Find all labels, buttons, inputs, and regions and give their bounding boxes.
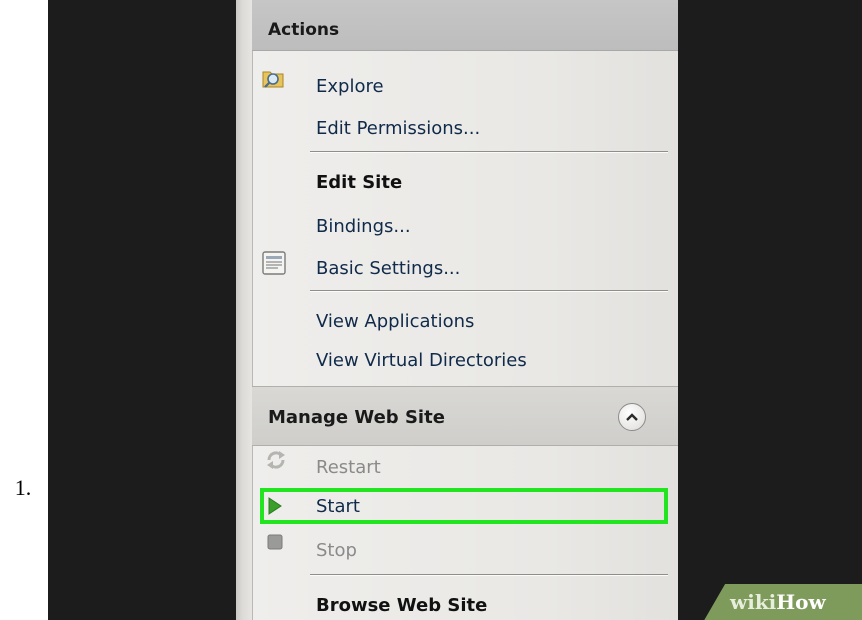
bindings-link[interactable]: Bindings... [316, 216, 411, 237]
explore-link[interactable]: Explore [316, 76, 384, 97]
watermark-part-wiki: wiki [730, 590, 777, 614]
panel-splitter[interactable] [236, 0, 253, 620]
restart-icon [265, 449, 287, 475]
stop-icon [267, 534, 283, 554]
manage-web-site-header[interactable]: Manage Web Site [252, 386, 678, 446]
manage-web-site-title: Manage Web Site [268, 407, 445, 428]
actions-title: Actions [268, 20, 340, 40]
actions-header: Actions [252, 0, 678, 51]
view-virtual-directories-link[interactable]: View Virtual Directories [316, 350, 527, 371]
separator [310, 151, 668, 153]
edit-site-heading: Edit Site [316, 172, 403, 193]
watermark-part-how: How [776, 590, 826, 614]
separator [310, 574, 668, 576]
basic-settings-link[interactable]: Basic Settings... [316, 258, 460, 279]
restart-link[interactable]: Restart [316, 457, 381, 478]
stop-link[interactable]: Stop [316, 540, 357, 561]
browse-web-site-heading: Browse Web Site [316, 595, 488, 616]
iis-manager-frame: Actions Explore Edit Permissions... Edit… [48, 0, 862, 620]
edit-permissions-link[interactable]: Edit Permissions... [316, 118, 480, 139]
settings-document-icon [261, 250, 287, 280]
view-applications-link[interactable]: View Applications [316, 311, 474, 332]
actions-panel [236, 0, 678, 620]
wikihow-watermark: wikiHow [730, 590, 826, 614]
start-highlight-box [260, 488, 668, 524]
list-marker: 1. [14, 475, 32, 500]
explore-folder-icon [261, 66, 287, 94]
collapse-button[interactable] [618, 403, 646, 431]
separator [310, 290, 668, 292]
